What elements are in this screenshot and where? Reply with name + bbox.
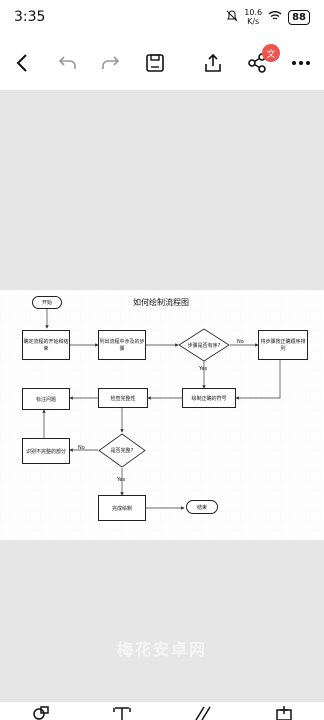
editor-toolbar: 文	[0, 38, 324, 88]
yes-label: Yes	[117, 477, 126, 483]
save-button[interactable]	[142, 50, 168, 76]
status-bar: 3:35 10.6 K/s 88	[0, 0, 324, 34]
text-tool-icon[interactable]	[112, 706, 131, 720]
step-list-steps[interactable]: 列出流程中涉及的步骤	[98, 330, 146, 360]
watermark: 梅花安卓网	[116, 640, 207, 659]
step-define-start-end[interactable]: 确定流程的开始和结束	[22, 330, 70, 360]
step-check-completeness[interactable]: 检查完整性	[98, 388, 148, 408]
more-icon	[292, 61, 310, 65]
step-identify-incomplete[interactable]: 识别不完整的部分	[22, 438, 70, 464]
share-export-button[interactable]	[200, 50, 226, 76]
collaborate-button[interactable]: 文	[244, 44, 280, 76]
redo-icon	[102, 56, 120, 69]
translate-badge: 文	[262, 44, 280, 62]
wifi-icon	[268, 10, 282, 24]
no-label: No	[237, 339, 244, 345]
step-finish-drawing[interactable]: 完成绘制	[98, 495, 146, 521]
flowchart-canvas[interactable]: 如何绘制流程图 开始 确定流程的开始和结束 列出流程中涉及的步骤 步骤是否有序?…	[0, 290, 324, 540]
decision-steps-ordered[interactable]: 步骤是否有序?	[178, 328, 230, 362]
decision-label: 是否完整?	[110, 448, 134, 454]
pen-tool-icon[interactable]	[194, 706, 212, 720]
upload-icon	[205, 53, 221, 72]
bottom-toolbar	[0, 702, 324, 720]
end-node[interactable]: 结束	[186, 500, 218, 514]
redo-button[interactable]	[98, 50, 124, 76]
shapes-tool-icon[interactable]	[32, 706, 50, 720]
start-node[interactable]: 开始	[32, 296, 62, 309]
status-icons: 10.6 K/s 88	[226, 8, 310, 26]
canvas-margin-bottom	[0, 540, 324, 702]
flowchart-title: 如何绘制流程图	[133, 298, 189, 307]
mute-icon	[226, 9, 238, 25]
undo-button[interactable]	[54, 50, 80, 76]
yes-label: Yes	[199, 366, 208, 372]
clock: 3:35	[14, 9, 46, 25]
save-icon	[146, 54, 164, 72]
insert-tool-icon[interactable]	[275, 706, 293, 720]
battery-indicator: 88	[288, 9, 310, 25]
no-label: No	[78, 445, 85, 451]
network-speed: 10.6 K/s	[244, 8, 263, 26]
undo-icon	[58, 56, 76, 69]
more-button[interactable]	[288, 50, 314, 76]
canvas-margin-top	[0, 90, 324, 290]
step-draw-symbols[interactable]: 绘制正确的符号	[182, 388, 236, 408]
step-reorder-steps[interactable]: 将步骤按正确顺序排列	[258, 330, 308, 360]
decision-label: 步骤是否有序?	[187, 342, 221, 349]
canvas-grid	[0, 290, 324, 540]
step-mark-issues[interactable]: 标注问题	[22, 388, 70, 410]
back-icon	[16, 54, 27, 72]
back-button[interactable]	[10, 50, 36, 76]
decision-is-complete[interactable]: 是否完整?	[98, 433, 146, 468]
